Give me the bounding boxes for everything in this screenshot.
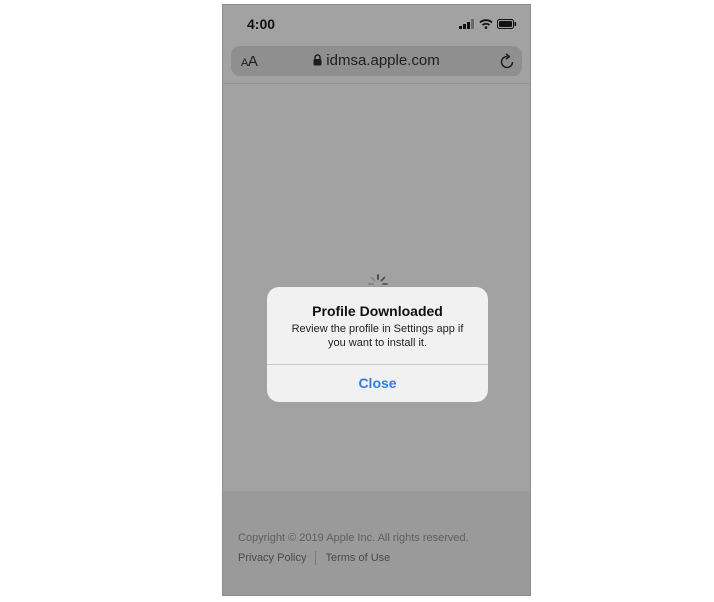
battery-icon [497, 19, 517, 29]
terms-of-use-link[interactable]: Terms of Use [325, 552, 390, 564]
url-text: idmsa.apple.com [326, 52, 440, 69]
address-bar[interactable]: AA idmsa.apple.com [231, 46, 522, 76]
alert-message: Review the profile in Settings app if yo… [291, 323, 464, 349]
alert-title: Profile Downloaded [312, 303, 443, 319]
profile-downloaded-alert: Profile Downloaded Review the profile in… [267, 287, 488, 402]
status-icons [459, 18, 517, 30]
phone-screen: 4:00 AA idmsa.apple.com Copyright © 2019… [222, 4, 531, 596]
cellular-signal-icon [459, 19, 474, 29]
header-divider [223, 83, 530, 84]
close-button[interactable]: Close [267, 365, 488, 402]
status-bar: 4:00 [223, 5, 530, 43]
lock-icon [313, 54, 322, 66]
status-time: 4:00 [247, 16, 276, 32]
footer-link-separator [315, 551, 317, 565]
footer-links: Privacy Policy Terms of Use [238, 551, 390, 565]
wifi-icon [479, 19, 493, 29]
copyright-text: Copyright © 2019 Apple Inc. All rights r… [238, 532, 469, 544]
page-footer: Copyright © 2019 Apple Inc. All rights r… [223, 491, 530, 595]
privacy-policy-link[interactable]: Privacy Policy [238, 552, 306, 564]
url-display[interactable]: idmsa.apple.com [231, 52, 522, 69]
reload-icon[interactable] [500, 53, 515, 69]
